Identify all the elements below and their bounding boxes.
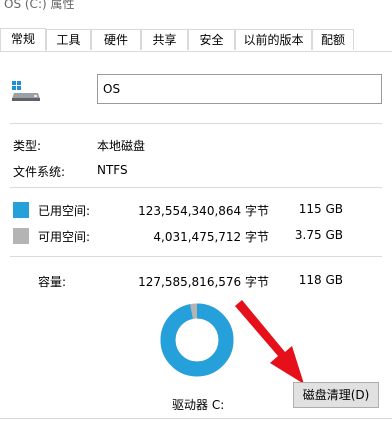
title-bar: OS (C:) 属性 bbox=[0, 0, 392, 14]
disk-usage-donut bbox=[160, 303, 234, 377]
disk-cleanup-button[interactable]: 磁盘清理(D) bbox=[293, 382, 379, 408]
type-label: 类型: bbox=[13, 139, 42, 153]
tab-quota[interactable]: 配额 bbox=[312, 29, 354, 50]
capacity-size: 118 GB bbox=[298, 273, 343, 287]
capacity-label: 容量: bbox=[38, 275, 67, 289]
used-space-swatch bbox=[13, 202, 29, 218]
drive-icon bbox=[12, 81, 40, 101]
file-system-value: NTFS bbox=[97, 163, 128, 177]
tab-sharing[interactable]: 共享 bbox=[141, 29, 188, 50]
tab-strip: 常规 工具 硬件 共享 安全 以前的版本 配额 bbox=[0, 28, 392, 52]
capacity-bytes: 127,585,816,576 字节 bbox=[138, 275, 269, 289]
tab-tools[interactable]: 工具 bbox=[46, 29, 91, 50]
bottom-edge bbox=[0, 418, 392, 419]
divider bbox=[10, 123, 382, 124]
red-arrow-annotation bbox=[235, 300, 304, 384]
tab-security[interactable]: 安全 bbox=[188, 29, 235, 50]
tab-hardware[interactable]: 硬件 bbox=[91, 29, 141, 50]
tab-general[interactable]: 常规 bbox=[0, 28, 46, 51]
used-space-label: 已用空间: bbox=[38, 204, 91, 218]
free-space-size: 3.75 GB bbox=[294, 228, 343, 242]
free-space-swatch bbox=[13, 228, 29, 244]
tab-previous-versions[interactable]: 以前的版本 bbox=[235, 29, 312, 50]
drive-letter-label: 驱动器 C: bbox=[172, 398, 225, 412]
drive-name-input[interactable] bbox=[97, 74, 382, 104]
free-space-bytes: 4,031,475,712 字节 bbox=[153, 230, 269, 244]
used-space-bytes: 123,554,340,864 字节 bbox=[138, 204, 269, 218]
divider bbox=[10, 187, 382, 188]
divider bbox=[10, 256, 382, 257]
free-space-label: 可用空间: bbox=[38, 230, 91, 244]
type-value: 本地磁盘 bbox=[97, 139, 146, 153]
used-space-size: 115 GB bbox=[298, 202, 343, 216]
file-system-label: 文件系统: bbox=[13, 165, 66, 179]
window-title: OS (C:) 属性 bbox=[4, 0, 75, 11]
